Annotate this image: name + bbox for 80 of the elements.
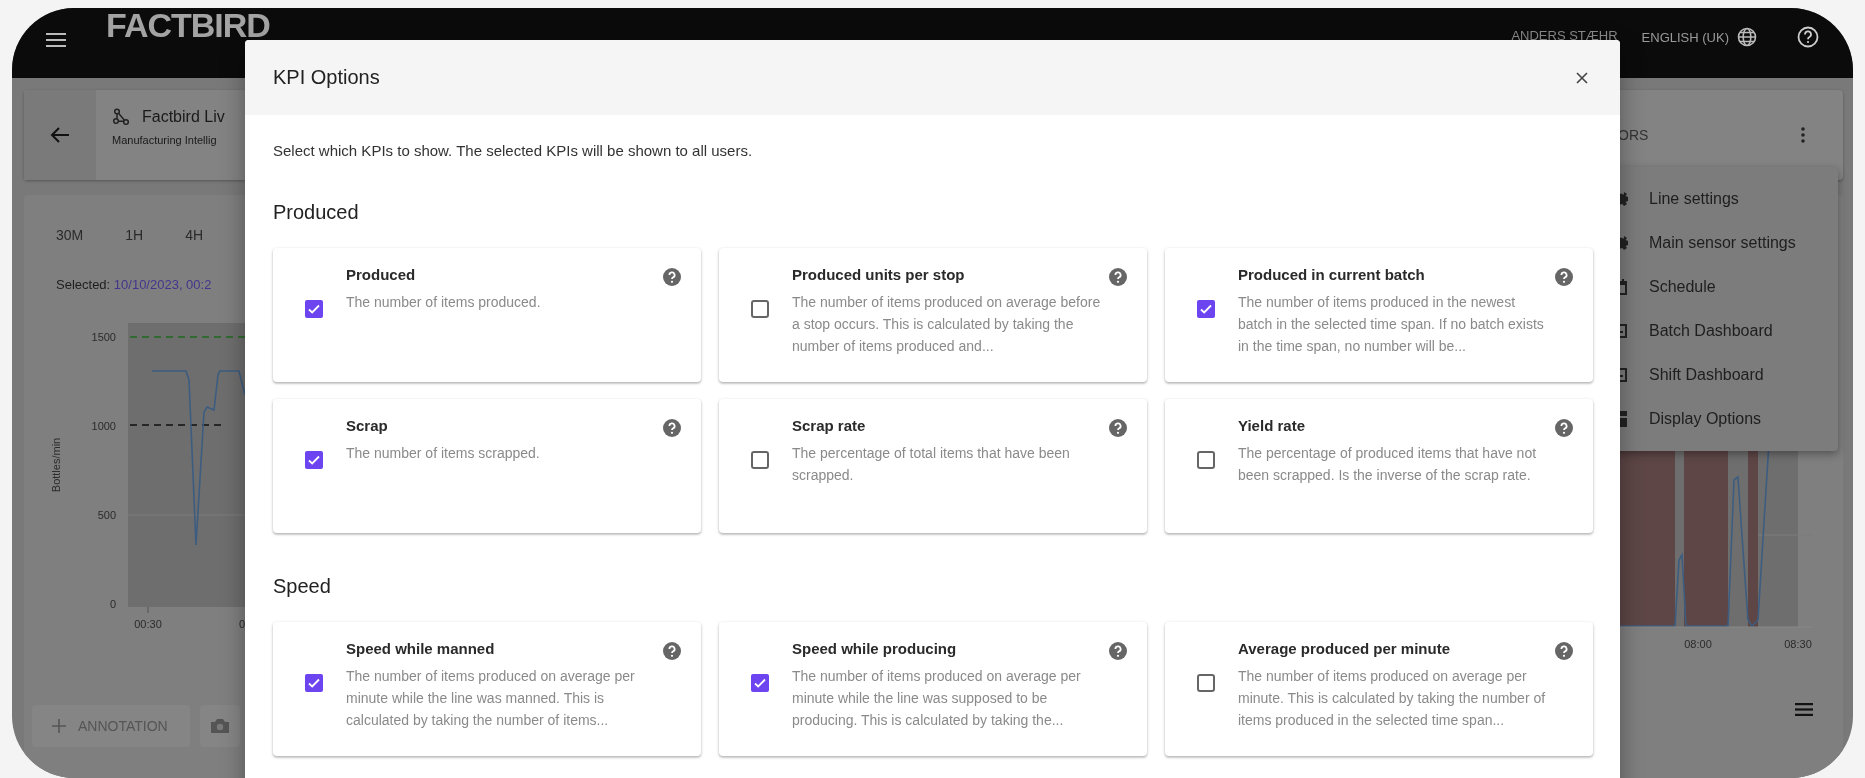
menu-item[interactable]: Display Options: [1649, 410, 1762, 428]
kpi-title: Yield rate: [1238, 417, 1306, 434]
section-heading: Produced: [273, 201, 360, 224]
gear-icon: [1620, 235, 1628, 251]
kpi-description: The number of items produced on average before a stop occurs. This is calculated by taking the number of items produced and...: [792, 293, 1101, 356]
help-icon[interactable]: [1109, 642, 1127, 660]
kpi-title: Produced units per stop: [792, 266, 966, 283]
y-tick-label: 1500: [91, 331, 116, 343]
menu-item[interactable]: Main sensor settings: [1649, 234, 1796, 252]
user-name[interactable]: ANDERS STÆHR: [1511, 28, 1618, 43]
checkbox[interactable]: [751, 300, 769, 318]
language-selector[interactable]: ENGLISH (UK): [1641, 29, 1729, 45]
kpi-title: Average produced per minute: [1238, 640, 1451, 657]
checkbox[interactable]: [305, 451, 323, 469]
dialog-title: KPI Options: [273, 66, 380, 89]
kpi-title: Speed while producing: [792, 640, 958, 657]
help-icon[interactable]: [1555, 642, 1573, 660]
globe-icon[interactable]: [1737, 27, 1757, 47]
dashboard-icon: [1620, 323, 1628, 339]
calendar-icon: [1620, 279, 1628, 295]
kpi-title: Speed while manned: [346, 640, 496, 657]
y-tick-label: 500: [97, 509, 116, 521]
time-range-button[interactable]: 4H: [179, 223, 210, 247]
menu-item[interactable]: Batch Dashboard: [1649, 322, 1773, 340]
logo: FACTBIRD: [106, 10, 270, 40]
back-arrow-icon: [50, 126, 70, 144]
menu-item[interactable]: Shift Dashboard: [1649, 366, 1764, 384]
help-icon[interactable]: [663, 419, 681, 437]
kpi-description: The percentage of total items that have been scrapped.: [792, 444, 1071, 485]
line-subtitle: Manufacturing Intellig: [112, 134, 218, 146]
dialog-description: Select which KPIs to show. The selected KPIs will be shown to all users.: [273, 142, 754, 159]
kpi-title: Scrap: [346, 417, 389, 434]
x-tick-label: 08:30: [1784, 638, 1812, 650]
help-icon[interactable]: [1109, 268, 1127, 286]
checkbox[interactable]: [751, 674, 769, 692]
menu-icon[interactable]: [46, 33, 66, 47]
more-options-icon[interactable]: [1801, 127, 1805, 143]
checkbox[interactable]: [305, 674, 323, 692]
plus-icon: [52, 719, 66, 733]
connection-icon: [112, 108, 130, 126]
kpi-description: The percentage of produced items that have not been scrapped. Is the inverse of the scrap rate.: [1238, 444, 1538, 485]
section-heading: Speed: [273, 575, 332, 598]
kpi-description: The number of items produced on average per minute while the line was supposed to be producing. This is calculated by taking the...: [792, 667, 1082, 730]
menu-item[interactable]: Line settings: [1649, 190, 1739, 208]
checkbox[interactable]: [751, 451, 769, 469]
kpi-title: Produced: [346, 266, 417, 283]
kpi-description: The number of items scrapped.: [346, 444, 541, 463]
help-icon[interactable]: [1555, 268, 1573, 286]
x-tick-label: 00:30: [134, 618, 162, 630]
selected-range-text: Selected: 10/10/2023, 00:2: [55, 276, 213, 292]
x-tick-label: 0: [239, 618, 245, 630]
dashboard-icon: [1620, 367, 1628, 383]
time-range-button[interactable]: 1H: [119, 223, 150, 247]
checkbox[interactable]: [305, 300, 323, 318]
y-tick-label: 0: [109, 598, 116, 610]
help-icon[interactable]: [1109, 419, 1127, 437]
help-icon[interactable]: [663, 642, 681, 660]
menu-icon[interactable]: [1795, 703, 1813, 716]
help-icon[interactable]: [1797, 26, 1819, 48]
close-icon[interactable]: [1576, 71, 1588, 84]
help-icon[interactable]: [1555, 419, 1573, 437]
checkbox[interactable]: [1197, 674, 1215, 692]
menu-item[interactable]: Schedule: [1649, 278, 1716, 296]
time-range-button[interactable]: 30M: [50, 223, 90, 247]
y-tick-label: 1000: [91, 420, 116, 432]
kpi-description: The number of items produced on average per minute. This is calculated by taking the number of items produced in the selected time span...: [1238, 667, 1547, 730]
help-icon[interactable]: [663, 268, 681, 286]
line-title: Factbird Liv: [142, 108, 225, 126]
layout-icon: [1620, 411, 1628, 427]
kpi-title: Produced in current batch: [1238, 266, 1426, 283]
kpi-description: The number of items produced.: [346, 293, 542, 312]
y-axis-label: Bottles/min: [50, 437, 62, 493]
kpi-description: The number of items produced in the newest batch in the selected time span. If no batch exists in the time span, no number will be...: [1238, 293, 1545, 356]
checkbox[interactable]: [1197, 300, 1215, 318]
checkbox[interactable]: [1197, 451, 1215, 469]
kpi-title: Scrap rate: [792, 417, 867, 434]
gear-icon: [1620, 191, 1628, 207]
kpi-description: The number of items produced on average per minute while the line was manned. This is calculated by taking the number of items...: [346, 667, 636, 730]
x-tick-label: 08:00: [1684, 638, 1712, 650]
camera-icon: [209, 718, 230, 734]
